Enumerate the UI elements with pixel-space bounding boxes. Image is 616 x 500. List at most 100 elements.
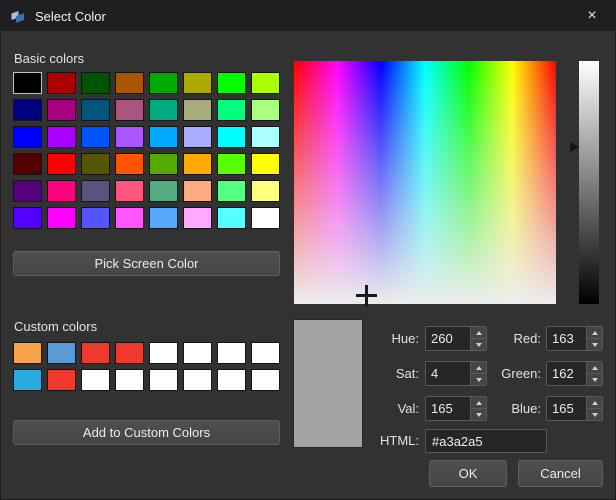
color-swatch[interactable] (13, 72, 42, 94)
cancel-button[interactable]: Cancel (518, 460, 603, 487)
color-swatch[interactable] (13, 207, 42, 229)
color-swatch[interactable] (81, 207, 110, 229)
spin-up-icon (591, 330, 598, 335)
color-swatch[interactable] (149, 207, 178, 229)
color-swatch[interactable] (251, 72, 280, 94)
crosshair-vertical-bar (365, 285, 369, 307)
color-swatch[interactable] (13, 369, 42, 391)
value-slider[interactable] (570, 61, 600, 304)
color-swatch[interactable] (251, 126, 280, 148)
color-swatch[interactable] (13, 180, 42, 202)
color-swatch[interactable] (183, 153, 212, 175)
color-swatch[interactable] (183, 126, 212, 148)
green-input[interactable] (547, 362, 586, 385)
color-swatch[interactable] (115, 153, 144, 175)
color-swatch[interactable] (149, 99, 178, 121)
blue-input[interactable] (547, 397, 586, 420)
ok-button[interactable]: OK (429, 460, 507, 487)
blue-spin-down-button[interactable] (587, 408, 602, 420)
color-swatch[interactable] (217, 153, 246, 175)
color-swatch[interactable] (149, 342, 178, 364)
color-swatch[interactable] (47, 180, 76, 202)
color-swatch[interactable] (115, 99, 144, 121)
color-swatch[interactable] (149, 180, 178, 202)
red-spin-up-button[interactable] (587, 327, 602, 338)
color-swatch[interactable] (217, 126, 246, 148)
color-swatch[interactable] (115, 180, 144, 202)
color-swatch[interactable] (13, 153, 42, 175)
hue-spin-up-button[interactable] (471, 327, 486, 338)
sat-label: Sat: (395, 366, 419, 381)
color-swatch[interactable] (251, 342, 280, 364)
color-swatch[interactable] (115, 207, 144, 229)
color-swatch[interactable] (81, 72, 110, 94)
sat-spin-down-button[interactable] (471, 373, 486, 385)
color-swatch[interactable] (217, 99, 246, 121)
color-swatch[interactable] (115, 369, 144, 391)
color-swatch[interactable] (217, 180, 246, 202)
hue-spinbox (425, 326, 487, 351)
color-swatch[interactable] (47, 153, 76, 175)
green-spin-down-button[interactable] (587, 373, 602, 385)
color-swatch[interactable] (115, 126, 144, 148)
color-swatch[interactable] (183, 72, 212, 94)
color-swatch[interactable] (251, 153, 280, 175)
color-swatch[interactable] (115, 72, 144, 94)
color-swatch[interactable] (149, 153, 178, 175)
color-swatch[interactable] (81, 180, 110, 202)
color-swatch[interactable] (81, 126, 110, 148)
color-swatch[interactable] (217, 342, 246, 364)
color-swatch[interactable] (217, 369, 246, 391)
color-swatch[interactable] (183, 99, 212, 121)
color-swatch[interactable] (251, 369, 280, 391)
color-swatch[interactable] (47, 342, 76, 364)
color-swatch[interactable] (251, 180, 280, 202)
color-swatch[interactable] (217, 72, 246, 94)
color-swatch[interactable] (81, 99, 110, 121)
color-swatch[interactable] (115, 342, 144, 364)
val-spin-down-button[interactable] (471, 408, 486, 420)
color-swatch[interactable] (13, 342, 42, 364)
hue-spin-down-button[interactable] (471, 338, 486, 350)
color-swatch[interactable] (149, 369, 178, 391)
hue-sat-picker[interactable] (294, 61, 556, 307)
red-spin-down-button[interactable] (587, 338, 602, 350)
color-swatch[interactable] (47, 126, 76, 148)
color-swatch[interactable] (149, 72, 178, 94)
spin-up-icon (591, 400, 598, 405)
color-swatch[interactable] (47, 72, 76, 94)
green-spin-buttons (586, 362, 602, 385)
value-slider-bar[interactable] (579, 61, 599, 304)
color-swatch[interactable] (81, 153, 110, 175)
color-swatch[interactable] (217, 207, 246, 229)
color-swatch[interactable] (183, 207, 212, 229)
color-swatch[interactable] (251, 99, 280, 121)
close-button[interactable]: × (569, 1, 615, 31)
red-input[interactable] (547, 327, 586, 350)
color-swatch[interactable] (47, 99, 76, 121)
color-swatch[interactable] (81, 369, 110, 391)
sat-input[interactable] (426, 362, 470, 385)
color-swatch[interactable] (183, 180, 212, 202)
val-input[interactable] (426, 397, 470, 420)
blue-spin-up-button[interactable] (587, 397, 602, 408)
color-swatch[interactable] (81, 342, 110, 364)
color-swatch[interactable] (13, 99, 42, 121)
val-spin-up-button[interactable] (471, 397, 486, 408)
color-swatch[interactable] (13, 126, 42, 148)
green-spin-up-button[interactable] (587, 362, 602, 373)
color-swatch[interactable] (183, 369, 212, 391)
color-swatch[interactable] (149, 126, 178, 148)
html-input[interactable] (425, 429, 547, 453)
color-swatch[interactable] (47, 207, 76, 229)
color-swatch[interactable] (251, 207, 280, 229)
preview-swatch (293, 319, 363, 448)
color-swatch[interactable] (183, 342, 212, 364)
value-slider-arrow[interactable] (570, 141, 579, 152)
pick-screen-color-button[interactable]: Pick Screen Color (13, 251, 280, 276)
hue-input[interactable] (426, 327, 470, 350)
sat-spin-up-button[interactable] (471, 362, 486, 373)
add-custom-colors-button[interactable]: Add to Custom Colors (13, 420, 280, 445)
color-swatch[interactable] (47, 369, 76, 391)
red-spinbox (546, 326, 603, 351)
